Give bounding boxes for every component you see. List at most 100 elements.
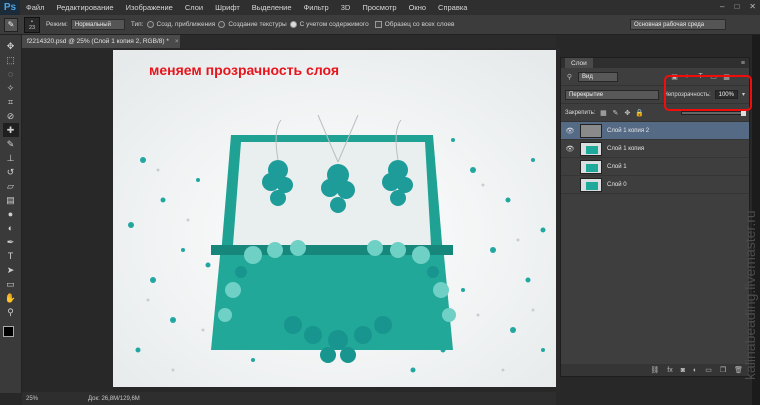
layers-panel-header: Слои ≡: [561, 58, 749, 68]
menu-layers[interactable]: Слои: [179, 3, 209, 12]
workspace-value: Основная рабочая среда: [634, 21, 705, 28]
options-bar: ✎ • 23 Режим: Нормальный Тип: Созд. приб…: [0, 15, 760, 35]
visibility-eye-icon[interactable]: 👁: [565, 181, 575, 189]
canvas-area: меняем прозрачность слоя: [22, 48, 556, 387]
layer-thumbnail: [580, 141, 602, 156]
blur-tool-icon[interactable]: ●: [3, 207, 19, 221]
layer-row[interactable]: 👁 Слой 1 копия 2: [561, 122, 749, 140]
workspace-select[interactable]: Основная рабочая среда: [630, 19, 726, 30]
layer-filter-value: Вид: [582, 73, 593, 80]
mask-icon[interactable]: ◙: [681, 367, 685, 374]
menu-window[interactable]: Окно: [403, 3, 432, 12]
lock-position-icon[interactable]: ✥: [623, 109, 631, 117]
brush-size-picker[interactable]: • 23: [24, 16, 40, 33]
sample-all-layers-checkbox[interactable]: [374, 21, 382, 28]
path-select-tool-icon[interactable]: ➤: [3, 263, 19, 277]
lock-transparent-icon[interactable]: ▦: [599, 109, 607, 117]
document-tab[interactable]: f2214320.psd @ 25% (Слой 1 копия 2, RGB/…: [22, 35, 180, 48]
document-size: Док: 26,8M/129,6M: [88, 395, 140, 402]
menu-help[interactable]: Справка: [432, 3, 473, 12]
type-tool-icon[interactable]: T: [3, 249, 19, 263]
radio-proximity[interactable]: [146, 21, 154, 28]
zoom-tool-icon[interactable]: ⚲: [3, 305, 19, 319]
lock-all-icon[interactable]: 🔒: [635, 109, 644, 117]
quick-select-tool-icon[interactable]: ✧: [3, 81, 19, 95]
layer-name: Слой 1 копия 2: [607, 127, 650, 134]
hand-tool-icon[interactable]: ✋: [3, 291, 19, 305]
pen-tool-icon[interactable]: ✒: [3, 235, 19, 249]
search-filter-icon: ⚲: [566, 73, 573, 81]
shape-tool-icon[interactable]: ▭: [3, 277, 19, 291]
layers-tab[interactable]: Слои: [565, 58, 593, 68]
blend-mode-value: Перекрытие: [569, 91, 604, 98]
sample-all-layers-label: Образец со всех слоев: [384, 21, 455, 28]
status-bar: 25% Док: 26,8M/129,6M: [22, 392, 556, 405]
folder-icon[interactable]: ▭: [705, 366, 712, 374]
layer-row[interactable]: 👁 Слой 1: [561, 158, 749, 176]
healing-brush-tool-icon[interactable]: ✚: [2, 123, 19, 137]
menu-bar: Ps Файл Редактирование Изображение Слои …: [0, 0, 760, 15]
crop-tool-icon[interactable]: ⌗: [3, 95, 19, 109]
opacity-slider[interactable]: [681, 109, 746, 116]
link-icon[interactable]: ⛓: [650, 366, 659, 374]
eraser-tool-icon[interactable]: ▱: [3, 179, 19, 193]
layer-thumbnail: [580, 123, 602, 138]
layer-name: Слой 0: [607, 181, 627, 188]
brush-size-value: 23: [28, 24, 36, 31]
eyedropper-tool-icon[interactable]: ⊘: [3, 109, 19, 123]
layer-name: Слой 1 копия: [607, 145, 645, 152]
menu-image[interactable]: Изображение: [120, 3, 179, 12]
menu-select[interactable]: Выделение: [246, 3, 298, 12]
visibility-eye-icon[interactable]: 👁: [565, 145, 575, 153]
clone-stamp-tool-icon[interactable]: ⊥: [3, 151, 19, 165]
layer-filter-select[interactable]: Вид: [578, 71, 618, 82]
document-canvas[interactable]: меняем прозрачность слоя: [113, 50, 556, 387]
radio-texture-label: Создание текстуры: [228, 21, 287, 28]
menu-filter[interactable]: Фильтр: [298, 3, 335, 12]
radio-content-aware[interactable]: [289, 21, 297, 28]
panel-menu-icon[interactable]: ≡: [741, 60, 745, 67]
mode-label: Режим:: [46, 21, 68, 28]
menu-view[interactable]: Просмотр: [356, 3, 402, 12]
radio-texture[interactable]: [218, 21, 226, 28]
mode-select[interactable]: Нормальный: [70, 19, 125, 30]
photoshop-logo: Ps: [0, 0, 20, 15]
visibility-eye-icon[interactable]: 👁: [565, 127, 575, 135]
maximize-button[interactable]: □: [734, 2, 739, 11]
lock-label: Закрепить:: [565, 109, 596, 116]
mode-value: Нормальный: [74, 21, 111, 28]
visibility-eye-icon[interactable]: 👁: [565, 163, 575, 171]
close-button[interactable]: ✕: [749, 2, 756, 11]
document-tab-bar: f2214320.psd @ 25% (Слой 1 копия 2, RGB/…: [22, 35, 556, 48]
healing-brush-icon[interactable]: ✎: [4, 17, 18, 32]
marquee-tool-icon[interactable]: ⬚: [3, 53, 19, 67]
move-tool-icon[interactable]: ✥: [3, 39, 19, 53]
layer-row[interactable]: 👁 Слой 0: [561, 176, 749, 194]
fx-icon[interactable]: fx: [667, 367, 672, 374]
color-swatches[interactable]: [2, 325, 20, 343]
history-brush-tool-icon[interactable]: ↺: [3, 165, 19, 179]
lasso-tool-icon[interactable]: ◌: [3, 67, 19, 81]
new-layer-icon[interactable]: ❐: [720, 366, 726, 374]
opacity-highlight-annotation: [664, 75, 752, 111]
menu-3d[interactable]: 3D: [335, 3, 357, 12]
lock-pixels-icon[interactable]: ✎: [611, 109, 619, 117]
radio-content-aware-label: С учетом содержимого: [299, 21, 369, 28]
dodge-tool-icon[interactable]: ◐: [3, 221, 19, 235]
menu-file[interactable]: Файл: [20, 3, 50, 12]
document-tab-title: f2214320.psd @ 25% (Слой 1 копия 2, RGB/…: [27, 38, 169, 45]
foreground-color-swatch[interactable]: [2, 326, 14, 337]
minimize-button[interactable]: –: [720, 2, 724, 11]
type-label: Тип:: [130, 21, 144, 28]
menu-edit[interactable]: Редактирование: [50, 3, 119, 12]
brush-tool-icon[interactable]: ✎: [3, 137, 19, 151]
window-controls: – □ ✕: [720, 2, 756, 11]
gradient-tool-icon[interactable]: ▤: [3, 193, 19, 207]
blend-mode-select[interactable]: Перекрытие: [565, 89, 660, 100]
zoom-level[interactable]: 25%: [26, 396, 38, 402]
adjustment-icon[interactable]: ◐: [693, 367, 697, 374]
tab-close-icon[interactable]: ×: [175, 38, 179, 45]
jewelry-photo: [113, 50, 556, 387]
menu-type[interactable]: Шрифт: [209, 3, 246, 12]
layer-row[interactable]: 👁 Слой 1 копия: [561, 140, 749, 158]
